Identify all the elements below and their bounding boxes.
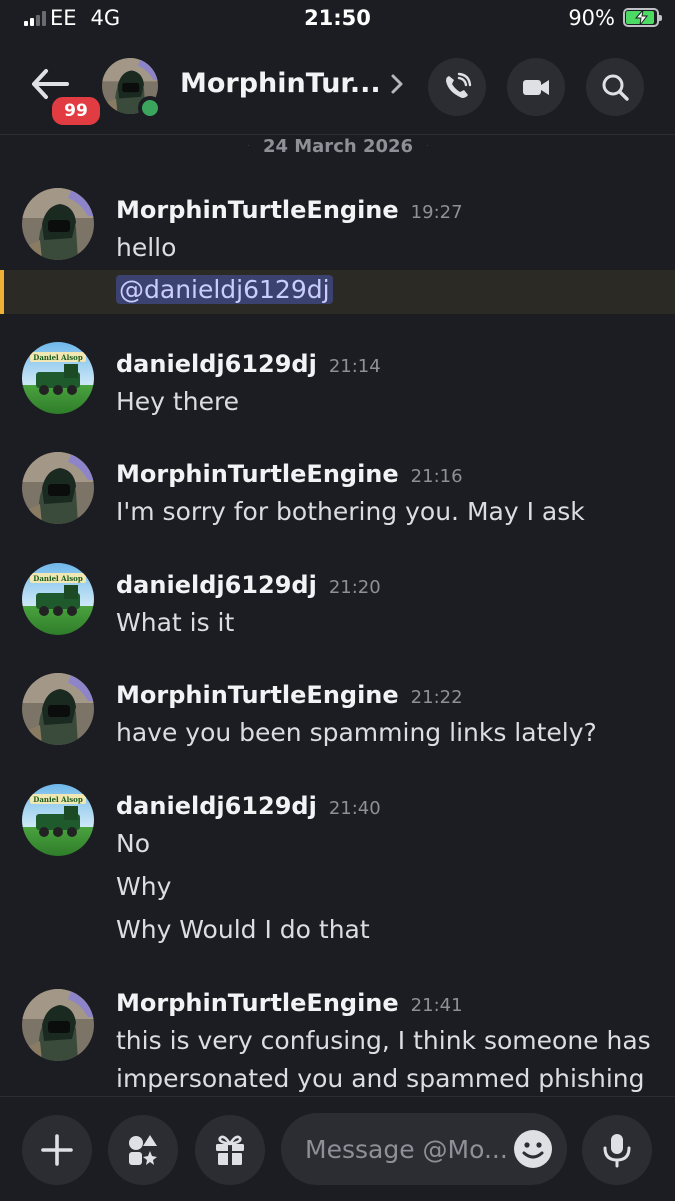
avatar[interactable] — [22, 452, 94, 524]
unread-badge: 99 — [49, 94, 103, 128]
message-timestamp: 21:20 — [328, 577, 381, 598]
video-call-button[interactable] — [507, 58, 565, 116]
message-timestamp: 19:27 — [410, 202, 463, 223]
message-author[interactable]: MorphinTurtleEngine 21:41 — [116, 989, 463, 1017]
voice-call-button[interactable] — [428, 58, 486, 116]
message-timestamp: 21:40 — [328, 798, 381, 819]
message-timestamp: 21:41 — [410, 995, 463, 1016]
apps-icon — [129, 1135, 157, 1165]
message-author[interactable]: danieldj6129dj 21:20 — [116, 571, 381, 599]
message-text: I'm sorry for bothering you. May I ask — [116, 497, 585, 526]
message-author[interactable]: MorphinTurtleEngine 21:16 — [116, 460, 463, 488]
battery-percent: 90% — [568, 6, 615, 30]
message-timestamp: 21:16 — [410, 466, 463, 487]
helmet-avatar-image — [22, 452, 94, 524]
train-avatar-image: Daniel Alsop — [22, 563, 94, 635]
message-text: No — [116, 829, 150, 858]
message-author[interactable]: MorphinTurtleEngine 21:22 — [116, 681, 463, 709]
message-author[interactable]: danieldj6129dj 21:40 — [116, 792, 381, 820]
message-text: hello — [116, 233, 177, 262]
channel-header: 99 MorphinTur... — [0, 40, 675, 135]
helmet-avatar-image — [22, 188, 94, 260]
date-divider: 24 March 2026 — [18, 136, 658, 157]
voice-call-icon — [446, 72, 472, 98]
date-divider-label: 24 March 2026 — [248, 136, 428, 157]
avatar[interactable]: Daniel Alsop — [22, 342, 94, 414]
channel-title[interactable]: MorphinTur... — [180, 68, 381, 99]
message-text: impersonated you and spammed phishing — [116, 1064, 645, 1093]
helmet-avatar-image — [22, 989, 94, 1061]
avatar[interactable]: Daniel Alsop — [22, 784, 94, 856]
emoji-icon[interactable] — [513, 1129, 553, 1169]
message-timestamp: 21:22 — [410, 687, 463, 708]
message-text: Hey there — [116, 387, 240, 416]
apps-button[interactable] — [108, 1115, 178, 1185]
status-bar: EE 4G 21:50 90% — [0, 0, 675, 40]
svg-text:Daniel Alsop: Daniel Alsop — [33, 795, 83, 804]
avatar[interactable]: Daniel Alsop — [22, 563, 94, 635]
video-call-icon — [523, 80, 549, 95]
mention-highlight — [0, 270, 675, 314]
voice-message-button[interactable] — [582, 1115, 652, 1185]
helmet-avatar-image — [22, 673, 94, 745]
message-text: What is it — [116, 608, 235, 637]
message-timestamp: 21:14 — [328, 356, 381, 377]
battery-icon — [623, 8, 662, 27]
avatar[interactable] — [22, 188, 94, 260]
search-icon — [602, 74, 629, 101]
avatar[interactable] — [22, 673, 94, 745]
chevron-right-icon[interactable] — [388, 70, 408, 98]
search-button[interactable] — [586, 58, 644, 116]
avatar[interactable] — [22, 989, 94, 1061]
message-text: this is very confusing, I think someone … — [116, 1026, 651, 1055]
svg-text:Daniel Alsop: Daniel Alsop — [33, 574, 83, 583]
message-text: Why Would I do that — [116, 915, 370, 944]
message-input-placeholder: Message @Mo... — [305, 1135, 508, 1164]
plus-icon — [41, 1134, 73, 1166]
message-author[interactable]: danieldj6129dj 21:14 — [116, 350, 381, 378]
train-avatar-image: Daniel Alsop — [22, 342, 94, 414]
gift-button[interactable] — [195, 1115, 265, 1185]
train-avatar-image: Daniel Alsop — [22, 784, 94, 856]
message-author[interactable]: MorphinTurtleEngine 19:27 — [116, 196, 463, 224]
svg-text:Daniel Alsop: Daniel Alsop — [33, 353, 83, 362]
message-text: Why — [116, 872, 172, 901]
message-composer: Message @Mo... — [0, 1096, 675, 1201]
user-mention[interactable]: @danieldj6129dj — [116, 275, 333, 304]
add-attachment-button[interactable] — [22, 1115, 92, 1185]
microphone-icon — [603, 1134, 631, 1168]
message-input[interactable]: Message @Mo... — [281, 1113, 567, 1185]
gift-icon — [216, 1135, 244, 1165]
message-text: have you been spamming links lately? — [116, 718, 597, 747]
online-status-indicator — [138, 96, 162, 120]
